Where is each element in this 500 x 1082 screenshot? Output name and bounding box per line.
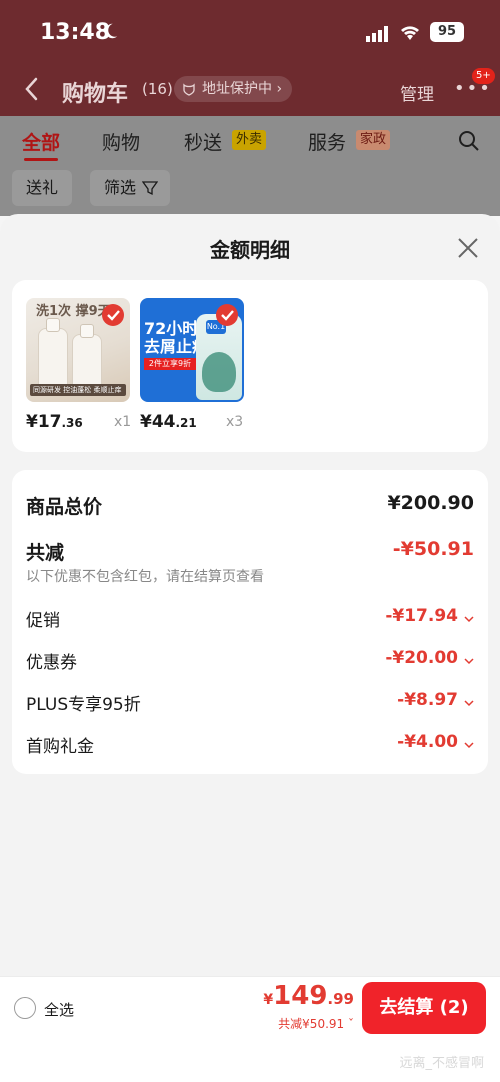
product-image-headline: 洗1次 撑9天 [36, 304, 111, 319]
status-bar: 13:48 95 [0, 0, 500, 64]
address-protection-pill[interactable]: 地址保护中 › [174, 76, 293, 102]
gift-filter-chip[interactable]: 送礼 [12, 170, 73, 206]
summary-card: 商品总价 ¥200.90 共减 -¥50.91 以下优惠不包含红包，请在结算页查… [12, 470, 488, 774]
first-purchase-label: 首购礼金 [26, 737, 94, 757]
discount-label: 共减 [26, 542, 65, 564]
bottom-safe-area: 远离_不感冒啊 [0, 1042, 500, 1082]
filter-bar: 送礼 筛选 [0, 166, 500, 216]
filter-chip[interactable]: 筛选 [90, 170, 171, 206]
wifi-icon [401, 26, 419, 40]
total-value: ¥200.90 [387, 492, 474, 514]
first-purchase-value: -¥4.00 [397, 732, 458, 752]
checkout-bar: 全选 ¥149.99 共减¥50.91 ˇ 去结算 (2) [0, 976, 500, 1042]
tab-miaosong[interactable]: 秒送 [184, 128, 222, 155]
saved-amount[interactable]: 共减¥50.91 ˇ [278, 1015, 354, 1032]
total-label: 商品总价 [26, 496, 103, 518]
search-icon[interactable] [458, 130, 480, 152]
coupon-label: 优惠券 [26, 653, 77, 673]
back-icon[interactable] [22, 76, 42, 102]
product-image-tag: 2件立享9折 [144, 358, 196, 370]
plus-discount-value: -¥8.97 [397, 690, 458, 710]
products-card: 洗1次 撑9天 同源研发 控油蓬松 柔顺止痒 ¥17.36 x1 72小时 去屑止… [12, 280, 488, 452]
discount-row: 共减 -¥50.91 [26, 538, 474, 566]
promo-value: -¥17.94 [385, 606, 458, 626]
filter-icon [142, 181, 159, 196]
moon-icon [105, 23, 118, 39]
jiazheng-badge: 家政 [356, 130, 391, 150]
promo-label: 促销 [26, 611, 60, 631]
signal-icon [366, 26, 388, 42]
plus-discount-label: PLUS专享95折 [26, 695, 141, 715]
checkout-total: ¥149.99 [263, 981, 354, 1011]
discount-note: 以下优惠不包含红包，请在结算页查看 [26, 569, 264, 585]
product-price: ¥44.21 [140, 412, 197, 432]
tab-shopping[interactable]: 购物 [102, 128, 140, 155]
close-icon[interactable] [456, 236, 480, 260]
cart-count: (16) [142, 80, 173, 98]
page-title: 购物车 [62, 82, 129, 107]
first-purchase-row[interactable]: 首购礼金 -¥4.00 [26, 732, 474, 760]
product-price: ¥17.36 [26, 412, 83, 432]
active-tab-indicator [24, 158, 58, 161]
coupon-row[interactable]: 优惠券 -¥20.00 [26, 648, 474, 676]
check-icon [102, 304, 124, 326]
select-all-radio[interactable] [14, 997, 36, 1019]
product-qty: x3 [226, 414, 244, 430]
coupon-value: -¥20.00 [385, 648, 458, 668]
manage-button[interactable]: 管理 [400, 80, 434, 105]
chevron-down-icon [464, 700, 474, 707]
discount-value: -¥50.91 [392, 538, 474, 560]
chevron-down-icon [464, 742, 474, 749]
select-all-label[interactable]: 全选 [44, 999, 74, 1020]
waimai-badge: 外卖 [232, 130, 267, 150]
product-image: 洗1次 撑9天 同源研发 控油蓬松 柔顺止痒 [26, 298, 130, 402]
chevron-down-icon [464, 658, 474, 665]
promo-row[interactable]: 促销 -¥17.94 [26, 606, 474, 634]
status-time: 13:48 [40, 20, 111, 45]
category-tabs: 全部 购物 秒送 外卖 服务 家政 [0, 116, 500, 166]
tab-service[interactable]: 服务 [308, 128, 346, 155]
plus-discount-row[interactable]: PLUS专享95折 -¥8.97 [26, 690, 474, 718]
product-qty: x1 [114, 414, 132, 430]
checkout-button[interactable]: 去结算 (2) [362, 982, 486, 1034]
sheet-title: 金额明细 [210, 238, 290, 262]
address-protection-label: 地址保护中 [202, 81, 272, 97]
tab-all[interactable]: 全部 [22, 128, 60, 155]
watermark: 远离_不感冒啊 [399, 1056, 484, 1071]
more-badge: 5+ [472, 68, 495, 84]
product-image: 72小时 去屑止痒 2件立享9折 No.1 [140, 298, 244, 402]
check-icon [216, 304, 238, 326]
total-row: 商品总价 ¥200.90 [26, 492, 474, 520]
battery-indicator: 95 [430, 22, 464, 42]
filter-label: 筛选 [104, 178, 137, 197]
amount-detail-sheet: 金额明细 洗1次 撑9天 同源研发 控油蓬松 柔顺止痒 ¥17.36 x1 72… [0, 214, 500, 1082]
chevron-down-icon [464, 616, 474, 623]
product-image-tag: 同源研发 控油蓬松 柔顺止痒 [30, 384, 126, 396]
shield-icon [183, 83, 195, 96]
nav-bar: 购物车 (16) 地址保护中 › 管理 ••• 5+ [0, 64, 500, 116]
